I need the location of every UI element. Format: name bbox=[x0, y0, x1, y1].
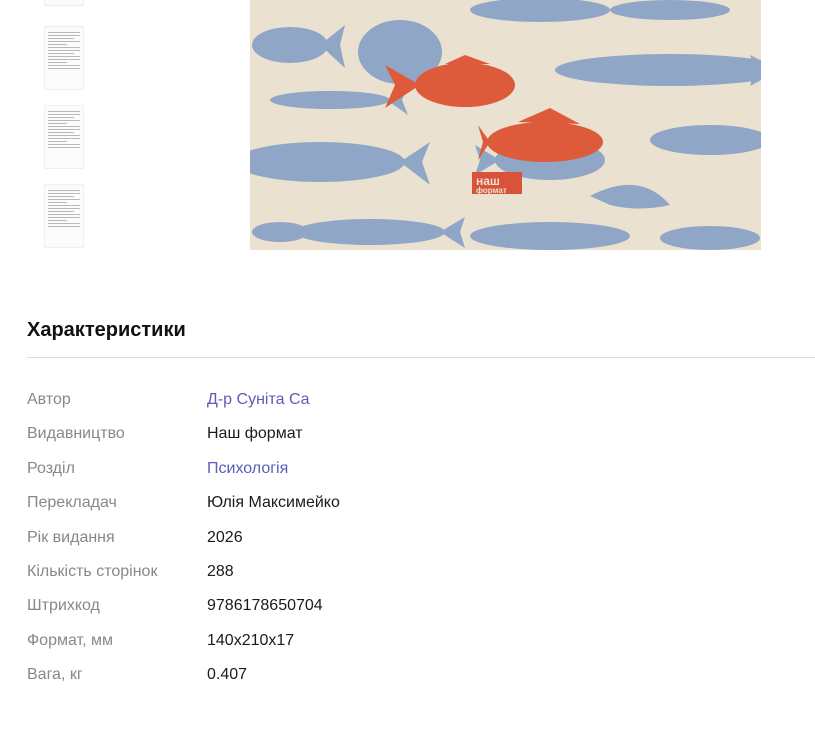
spec-value: 9786178650704 bbox=[207, 597, 323, 615]
thumbnail-text-line bbox=[48, 44, 68, 45]
thumbnail-text-line bbox=[48, 35, 80, 36]
cover-illustration: наш формат bbox=[250, 0, 761, 250]
spec-label: Видавництво bbox=[27, 425, 125, 443]
thumbnail-text-line bbox=[48, 138, 80, 139]
section-title: Характеристики bbox=[27, 319, 186, 341]
spec-row-format: Формат, мм 140x210x17 bbox=[27, 630, 787, 664]
thumbnail-text-line bbox=[48, 141, 68, 142]
spec-row-author: Автор Д-р Суніта Са bbox=[27, 389, 787, 423]
svg-text:формат: формат bbox=[476, 186, 507, 195]
page-thumbnail[interactable] bbox=[44, 26, 84, 90]
thumbnail-text-line bbox=[48, 47, 80, 48]
spec-value: 288 bbox=[207, 562, 234, 580]
thumbnail-text-line bbox=[48, 126, 80, 127]
spec-value: 2026 bbox=[207, 528, 243, 546]
spec-row-pages: Кількість сторінок 288 bbox=[27, 561, 787, 595]
spec-label: Вага, кг bbox=[27, 666, 83, 684]
thumbnail-text-line bbox=[48, 144, 80, 145]
thumbnail-text-line bbox=[48, 111, 80, 112]
page-thumbnail[interactable] bbox=[44, 184, 84, 248]
thumbnail-text-line bbox=[48, 62, 68, 63]
thumbnail-text-line bbox=[48, 223, 80, 224]
characteristics-table: Автор Д-р Суніта Са Видавництво Наш форм… bbox=[27, 389, 787, 699]
thumbnail-text-line bbox=[48, 65, 80, 66]
thumbnail-text-line bbox=[48, 56, 80, 57]
spec-row-year: Рік видання 2026 bbox=[27, 527, 787, 561]
thumbnail-text-line bbox=[48, 190, 80, 191]
thumbnail-text-line bbox=[48, 226, 80, 227]
thumbnail-text-line bbox=[48, 114, 80, 115]
spec-label: Формат, мм bbox=[27, 631, 113, 649]
thumbnail-text-line bbox=[48, 38, 74, 39]
thumbnail-text-line bbox=[48, 68, 80, 69]
spec-value: 140x210x17 bbox=[207, 631, 295, 649]
section-divider bbox=[27, 357, 815, 358]
spec-label: Автор bbox=[27, 391, 71, 408]
thumbnail-text-line bbox=[48, 117, 74, 118]
thumbnail-text-line bbox=[48, 214, 80, 215]
spec-value: Юлія Максимейко bbox=[207, 494, 340, 512]
spec-label: Розділ bbox=[27, 459, 75, 477]
spec-label: Штрихкод bbox=[27, 597, 100, 615]
spec-row-translator: Перекладач Юлія Максимейко bbox=[27, 492, 787, 526]
spec-row-barcode: Штрихкод 9786178650704 bbox=[27, 595, 787, 629]
spec-label: Рік видання bbox=[27, 528, 115, 546]
thumbnail-text-line bbox=[48, 199, 80, 200]
thumbnail-text-line bbox=[48, 123, 68, 124]
author-link[interactable]: Д-р Суніта Са bbox=[207, 389, 310, 411]
thumbnail-text-line bbox=[48, 220, 68, 221]
thumbnail-text-line bbox=[48, 205, 80, 206]
spec-label: Кількість сторінок bbox=[27, 562, 158, 580]
thumbnail-text-line bbox=[48, 50, 80, 51]
thumbnail-text-line bbox=[48, 32, 80, 33]
thumbnail-text-line bbox=[48, 211, 74, 212]
section-link[interactable]: Психологія bbox=[207, 458, 288, 480]
thumbnail-text-line bbox=[48, 202, 68, 203]
page-thumbnail[interactable] bbox=[44, 0, 84, 6]
thumbnail-text-line bbox=[48, 193, 80, 194]
thumbnail-text-line bbox=[48, 120, 80, 121]
thumbnail-text-line bbox=[48, 132, 74, 133]
thumbnail-text-line bbox=[48, 217, 80, 218]
spec-row-weight: Вага, кг 0.407 bbox=[27, 664, 787, 698]
spec-value: 0.407 bbox=[207, 666, 248, 684]
thumbnail-text-line bbox=[48, 196, 74, 197]
thumbnail-text-line bbox=[48, 59, 80, 60]
spec-row-section: Розділ Психологія bbox=[27, 458, 787, 492]
book-cover-image[interactable]: наш формат bbox=[250, 0, 761, 250]
thumbnail-text-line bbox=[48, 147, 80, 148]
spec-row-publisher: Видавництво Наш формат bbox=[27, 423, 787, 457]
thumbnail-text-line bbox=[48, 208, 80, 209]
page-thumbnail[interactable] bbox=[44, 105, 84, 169]
spec-value: Наш формат bbox=[207, 425, 303, 443]
thumbnail-text-line bbox=[48, 129, 80, 130]
thumbnail-text-line bbox=[48, 135, 80, 136]
thumbnail-text-line bbox=[48, 53, 74, 54]
thumbnail-text-line bbox=[48, 41, 80, 42]
spec-label: Перекладач bbox=[27, 494, 117, 512]
